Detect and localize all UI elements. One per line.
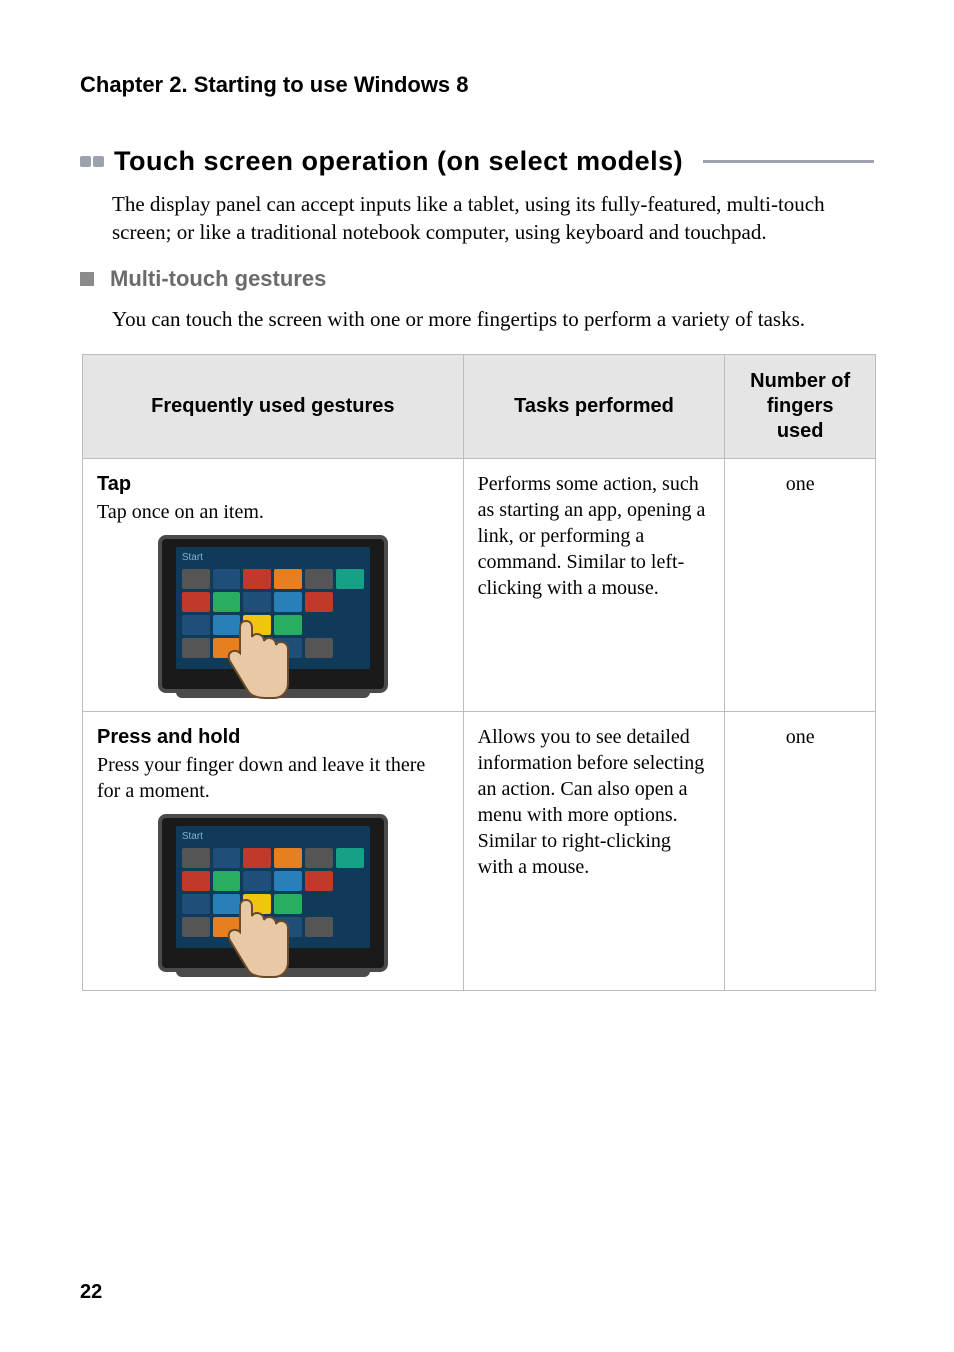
gesture-desc: Press your finger down and leave it ther… [97, 754, 425, 802]
gesture-name: Press and hold [97, 724, 449, 750]
square-bullet-icon [80, 272, 94, 286]
section-heading-row: Touch screen operation (on select models… [80, 146, 874, 177]
fingers-cell: one [725, 712, 876, 991]
illus-start-label: Start [182, 551, 203, 564]
th-gestures: Frequently used gestures [83, 355, 464, 459]
th-fingers: Number of fingers used [725, 355, 876, 459]
section-intro: The display panel can accept inputs like… [112, 191, 874, 246]
task-cell: Performs some action, such as starting a… [463, 459, 725, 712]
page-number: 22 [80, 1281, 102, 1304]
table-row: Tap Tap once on an item. Start [83, 459, 876, 712]
gesture-name: Tap [97, 471, 449, 497]
fingers-cell: one [725, 459, 876, 712]
section-divider-icon [703, 160, 874, 163]
subsection-intro: You can touch the screen with one or mor… [112, 306, 874, 334]
illus-start-label: Start [182, 830, 203, 843]
task-cell: Allows you to see detailed information b… [463, 712, 725, 991]
chapter-title: Chapter 2. Starting to use Windows 8 [80, 72, 874, 98]
gesture-cell: Press and hold Press your finger down an… [83, 712, 464, 991]
section-title: Touch screen operation (on select models… [114, 146, 683, 177]
gesture-desc: Tap once on an item. [97, 501, 264, 523]
tablet-illustration-icon: Start [158, 814, 388, 972]
table-row: Press and hold Press your finger down an… [83, 712, 876, 991]
tablet-illustration-icon: Start [158, 535, 388, 693]
section-bullet-icon [80, 156, 104, 167]
gestures-table: Frequently used gestures Tasks performed… [82, 354, 876, 991]
gesture-cell: Tap Tap once on an item. Start [83, 459, 464, 712]
subsection-title: Multi-touch gestures [110, 266, 326, 292]
subsection-heading-row: Multi-touch gestures [80, 266, 874, 292]
th-tasks: Tasks performed [463, 355, 725, 459]
